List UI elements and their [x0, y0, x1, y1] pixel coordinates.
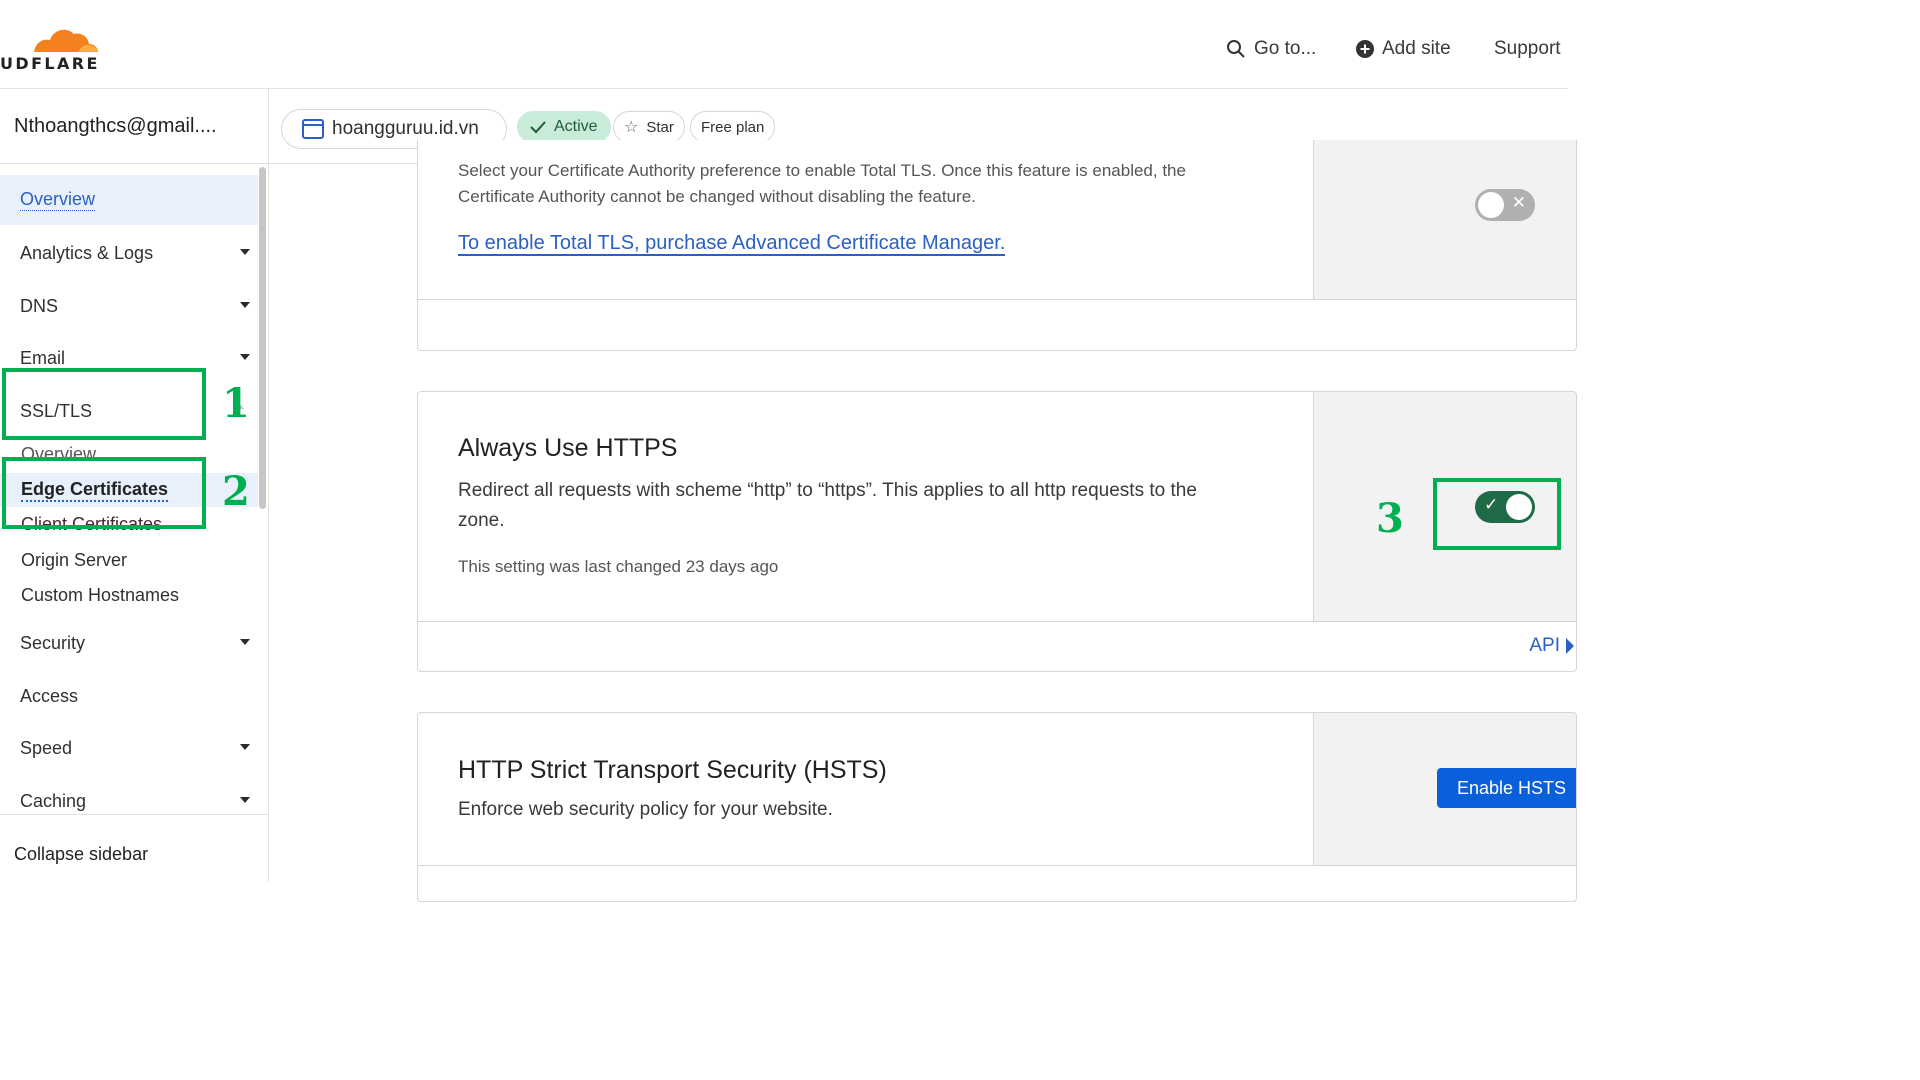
annotation-box-1 [2, 368, 206, 440]
divider [418, 299, 1576, 300]
plus-circle-icon [1356, 40, 1374, 58]
status-badge: Active [517, 111, 611, 143]
sidebar-item-dns[interactable]: DNS [0, 281, 258, 331]
total-tls-description: Select your Certificate Authority prefer… [458, 158, 1278, 210]
chevron-down-icon [240, 302, 250, 308]
divider [418, 621, 1576, 622]
sidebar-item-security[interactable]: Security [0, 618, 258, 668]
plan-label: Free plan [701, 118, 765, 136]
chevron-down-icon [240, 354, 250, 360]
divider [418, 865, 1576, 866]
star-icon: ☆ [624, 119, 639, 136]
caret-right-icon [1566, 638, 1574, 654]
api-label: API [1529, 635, 1560, 656]
check-icon [530, 121, 546, 134]
last-changed-text: This setting was last changed 23 days ag… [458, 557, 779, 576]
hsts-card: Enable HSTS HTTP Strict Transport Securi… [417, 712, 1577, 902]
card-description: Redirect all requests with scheme “http”… [458, 476, 1197, 536]
api-link[interactable]: API [1529, 635, 1574, 657]
chevron-down-icon [240, 639, 250, 645]
annotation-number-2: 2 [222, 468, 250, 515]
sidebar-scrollbar[interactable] [259, 167, 266, 509]
divider [0, 163, 268, 164]
divider [0, 814, 268, 815]
enable-hsts-button[interactable]: Enable HSTS [1437, 768, 1576, 808]
annotation-box-2 [2, 457, 206, 529]
sidebar-item-caching[interactable]: Caching [0, 776, 258, 826]
browser-window-icon [302, 119, 324, 139]
sidebar-item-overview[interactable]: Overview [0, 175, 258, 225]
sidebar-item-label: Speed [20, 737, 73, 758]
total-tls-card: ✕ Select your Certificate Authority pref… [417, 140, 1577, 351]
add-site-label: Add site [1382, 38, 1451, 59]
search-icon [1227, 40, 1245, 58]
account-name[interactable]: Nthoangthcs@gmail.... [14, 115, 217, 138]
sidebar-item-label: Email [20, 347, 66, 368]
acm-link-wrap: To enable Total TLS, purchase Advanced C… [458, 232, 1006, 256]
sidebar-item-label: Caching [20, 790, 87, 811]
chevron-down-icon [240, 249, 250, 255]
top-bar: UDFLARE Go to... Add site Support [0, 0, 1568, 89]
support-label: Support [1494, 38, 1561, 59]
card-control-panel: ✕ [1313, 140, 1576, 299]
desc-line: Redirect all requests with scheme “http”… [458, 480, 1197, 501]
desc-line: Select your Certificate Authority prefer… [458, 161, 1186, 180]
annotation-number-1: 1 [222, 380, 250, 427]
card-title: Always Use HTTPS [458, 434, 678, 462]
sidebar-item-access[interactable]: Access [0, 671, 258, 721]
chevron-down-icon [240, 744, 250, 750]
sidebar-item-label: Security [20, 632, 86, 653]
chevron-down-icon [240, 797, 250, 803]
sidebar-item-label: Access [20, 685, 79, 706]
collapse-sidebar-button[interactable]: Collapse sidebar [14, 844, 148, 865]
star-label: Star [646, 118, 674, 136]
sidebar-item-label: Overview [20, 189, 96, 211]
status-label: Active [554, 118, 598, 135]
card-title: HTTP Strict Transport Security (HSTS) [458, 756, 887, 784]
plan-badge[interactable]: Free plan [690, 111, 776, 143]
add-site-button[interactable]: Add site [1356, 38, 1451, 60]
brand-wordmark: UDFLARE [0, 54, 100, 73]
annotation-number-3: 3 [1376, 495, 1404, 542]
goto-label: Go to... [1254, 38, 1317, 59]
sidebar-item-analytics[interactable]: Analytics & Logs [0, 228, 258, 278]
sidebar-item-speed[interactable]: Speed [0, 723, 258, 773]
card-description: Enforce web security policy for your web… [458, 799, 833, 820]
toggle-knob [1478, 192, 1504, 218]
sidebar-subitem-custom-hostnames[interactable]: Custom Hostnames [21, 585, 179, 606]
card-control-panel: Enable HSTS [1313, 713, 1576, 865]
x-icon: ✕ [1511, 193, 1526, 212]
sidebar-item-label: Analytics & Logs [20, 242, 154, 263]
zone-domain: hoangguruu.id.vn [332, 118, 479, 139]
total-tls-toggle[interactable]: ✕ [1475, 189, 1535, 221]
desc-line: zone. [458, 510, 505, 531]
support-menu[interactable]: Support [1494, 38, 1561, 60]
sidebar-item-label: DNS [20, 295, 59, 316]
goto-button[interactable]: Go to... [1226, 38, 1316, 60]
star-button[interactable]: ☆ Star [613, 111, 685, 143]
annotation-box-3 [1433, 478, 1561, 550]
sidebar-subitem-origin-server[interactable]: Origin Server [21, 550, 127, 571]
desc-line: Certificate Authority cannot be changed … [458, 187, 976, 206]
purchase-acm-link[interactable]: To enable Total TLS, purchase Advanced C… [458, 232, 1006, 256]
